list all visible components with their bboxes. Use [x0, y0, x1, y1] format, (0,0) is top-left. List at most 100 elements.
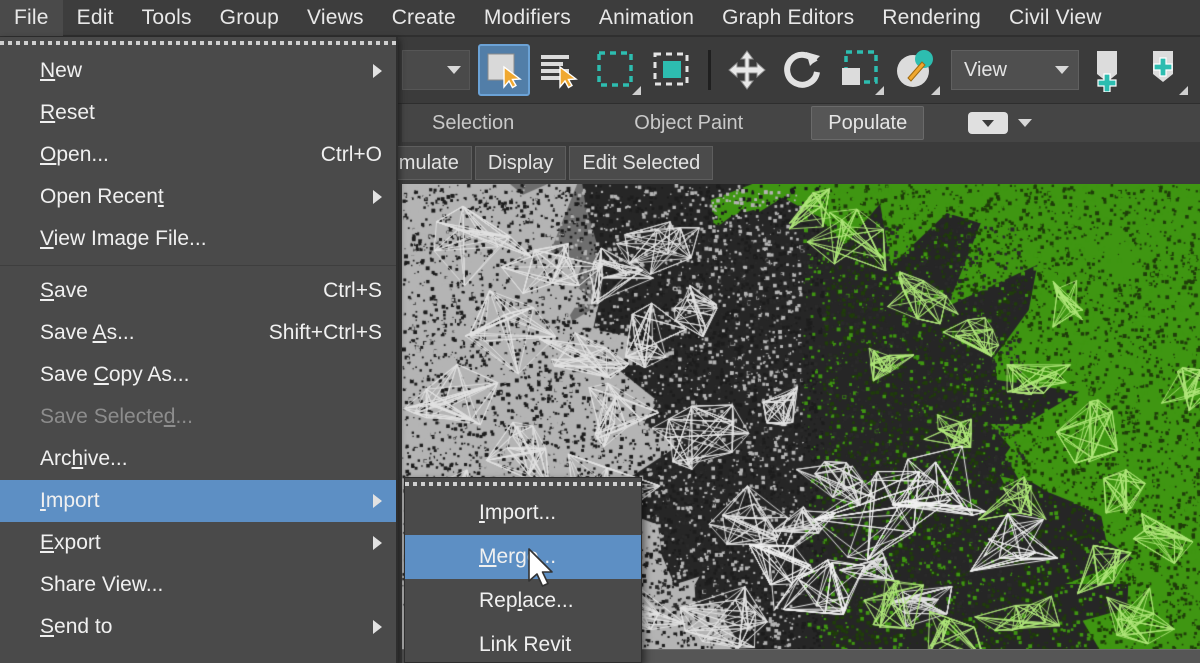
menu-item-shortcut: Shift+Ctrl+S — [268, 321, 382, 344]
menu-item-new[interactable]: New — [0, 50, 396, 92]
flyout-pill-icon — [968, 112, 1009, 134]
menubar-item-modifiers[interactable]: Modifiers — [470, 0, 585, 36]
menu-item-label: Save Copy As... — [40, 363, 190, 386]
menu-item-save-copy-as[interactable]: Save Copy As... — [0, 354, 396, 396]
named-selection-set-combo[interactable] — [402, 50, 470, 90]
flyout-corner-icon — [875, 86, 884, 95]
ribbon-flyout-group[interactable] — [968, 112, 1033, 134]
use-selection-center-button[interactable] — [1137, 44, 1189, 96]
menubar-item-create[interactable]: Create — [378, 0, 470, 36]
menu-item-open-recent[interactable]: Open Recent — [0, 176, 396, 218]
ribbon-tab-selection[interactable]: Selection — [416, 104, 530, 142]
select-object-icon — [487, 53, 522, 89]
select-and-place-button[interactable] — [889, 44, 941, 96]
ribbon-tab-label: Object Paint — [634, 111, 744, 134]
submenu-arrow-icon — [373, 64, 382, 78]
menu-item-import[interactable]: Import — [0, 480, 396, 522]
submenu-item-link-revit[interactable]: Link Revit — [405, 623, 641, 663]
flyout-corner-icon — [632, 86, 641, 95]
menubar-item-label: Tools — [141, 5, 192, 29]
menu-item-view-image-file[interactable]: View Image File... — [0, 218, 396, 260]
use-selection-center-icon — [1153, 51, 1173, 82]
menubar-item-graph-editors[interactable]: Graph Editors — [708, 0, 868, 36]
menu-item-label: Export — [40, 531, 101, 554]
submenu-item-replace[interactable]: Replace... — [405, 579, 641, 623]
file-menu-items: New Reset Open... Ctrl+O Open Recent View Ima… — [0, 50, 396, 648]
menubar-item-label: Edit — [76, 5, 114, 29]
menu-item-label: Send to — [40, 615, 113, 638]
menubar-item-animation[interactable]: Animation — [585, 0, 708, 36]
menu-item-shortcut: Ctrl+O — [320, 143, 382, 166]
submenu-item-import[interactable]: Import... — [405, 491, 641, 535]
submenu-item-label: Import... — [479, 501, 557, 524]
ribbon-tab-row: Selection Object Paint Populate — [402, 104, 1200, 142]
ribbon-button-label: Edit Selected — [582, 151, 701, 174]
menu-item-label: Import — [40, 489, 100, 512]
select-by-name-button[interactable] — [534, 44, 586, 96]
submenu-item-label: Link Revit — [479, 633, 572, 656]
submenu-item-merge[interactable]: Merge... — [405, 535, 641, 579]
menu-item-label: Archive... — [40, 447, 128, 470]
import-submenu-items: Import... Merge... Replace... Link Revit — [405, 491, 641, 663]
menubar-item-label: Animation — [598, 5, 695, 29]
select-object-button[interactable] — [478, 44, 530, 96]
coordinate-system-value: View — [964, 58, 1007, 81]
menubar-item-label: Rendering — [882, 5, 981, 29]
menubar-item-views[interactable]: Views — [293, 0, 378, 36]
menubar-item-group[interactable]: Group — [206, 0, 293, 36]
menu-item-save[interactable]: Save Ctrl+S — [0, 270, 396, 312]
toolbar-divider — [708, 50, 711, 90]
submenu-item-label: Replace... — [479, 589, 574, 612]
file-menu-panel: New Reset Open... Ctrl+O Open Recent View Ima… — [0, 37, 398, 663]
menubar-item-file[interactable]: File — [0, 0, 63, 36]
menu-item-label: Reset — [40, 101, 95, 124]
menu-item-archive[interactable]: Archive... — [0, 438, 396, 480]
menu-item-share-view[interactable]: Share View... — [0, 564, 396, 606]
menu-separator — [0, 265, 396, 266]
rectangular-selection-region-button[interactable] — [590, 44, 642, 96]
menubar-item-label: Civil View — [1008, 5, 1102, 29]
select-by-name-icon — [541, 55, 578, 89]
flyout-corner-icon — [931, 86, 940, 95]
chevron-down-icon — [1055, 66, 1069, 74]
window-crossing-button[interactable] — [646, 44, 698, 96]
menu-item-label: Save As... — [40, 321, 135, 344]
menu-item-send-to[interactable]: Send to — [0, 606, 396, 648]
menubar-item-rendering[interactable]: Rendering — [868, 0, 995, 36]
reference-coordinate-system-combo[interactable]: View — [951, 50, 1079, 90]
select-and-move-button[interactable] — [721, 44, 773, 96]
import-submenu-panel: Import... Merge... Replace... Link Revit — [404, 477, 642, 663]
menubar-item-tools[interactable]: Tools — [128, 0, 206, 36]
menubar-item-label: File — [14, 5, 49, 29]
move-icon — [728, 50, 766, 90]
menu-item-save-as[interactable]: Save As... Shift+Ctrl+S — [0, 312, 396, 354]
menubar-item-label: Views — [307, 5, 364, 29]
ribbon-button-label: Display — [487, 151, 554, 174]
ribbon-tab-label: Populate — [828, 111, 908, 134]
menu-item-label: View Image File... — [40, 227, 207, 250]
ribbon-tab-populate[interactable]: Populate — [811, 106, 925, 140]
menu-item-label: Open Recent — [40, 185, 164, 208]
ribbon-button-display[interactable]: Display — [474, 146, 567, 180]
menu-tearoff-handle[interactable] — [0, 37, 396, 50]
menu-item-reset[interactable]: Reset — [0, 92, 396, 134]
submenu-arrow-icon — [373, 620, 382, 634]
menubar-item-label: Create — [391, 5, 456, 29]
use-pivot-point-center-button[interactable] — [1081, 44, 1133, 96]
ribbon-tab-object-paint[interactable]: Object Paint — [618, 104, 759, 142]
menubar-item-label: Graph Editors — [722, 5, 855, 29]
submenu-item-label: Merge... — [479, 545, 557, 568]
menu-item-label: Open... — [40, 143, 109, 166]
select-and-rotate-button[interactable] — [777, 44, 829, 96]
menu-bar: File Edit Tools Group Views Create Modifiers An… — [0, 0, 1200, 37]
select-and-scale-button[interactable] — [833, 44, 885, 96]
menubar-item-civil-view[interactable]: Civil View — [995, 0, 1116, 36]
submenu-arrow-icon — [373, 536, 382, 550]
ribbon-button-edit-selected[interactable]: Edit Selected — [569, 146, 714, 180]
menubar-item-edit[interactable]: Edit — [63, 0, 128, 36]
menu-item-open[interactable]: Open... Ctrl+O — [0, 134, 396, 176]
rotate-icon — [784, 51, 820, 88]
ribbon-button-row: Simulate Display Edit Selected — [368, 142, 1200, 184]
menu-item-export[interactable]: Export — [0, 522, 396, 564]
submenu-tearoff-handle[interactable] — [405, 478, 641, 491]
